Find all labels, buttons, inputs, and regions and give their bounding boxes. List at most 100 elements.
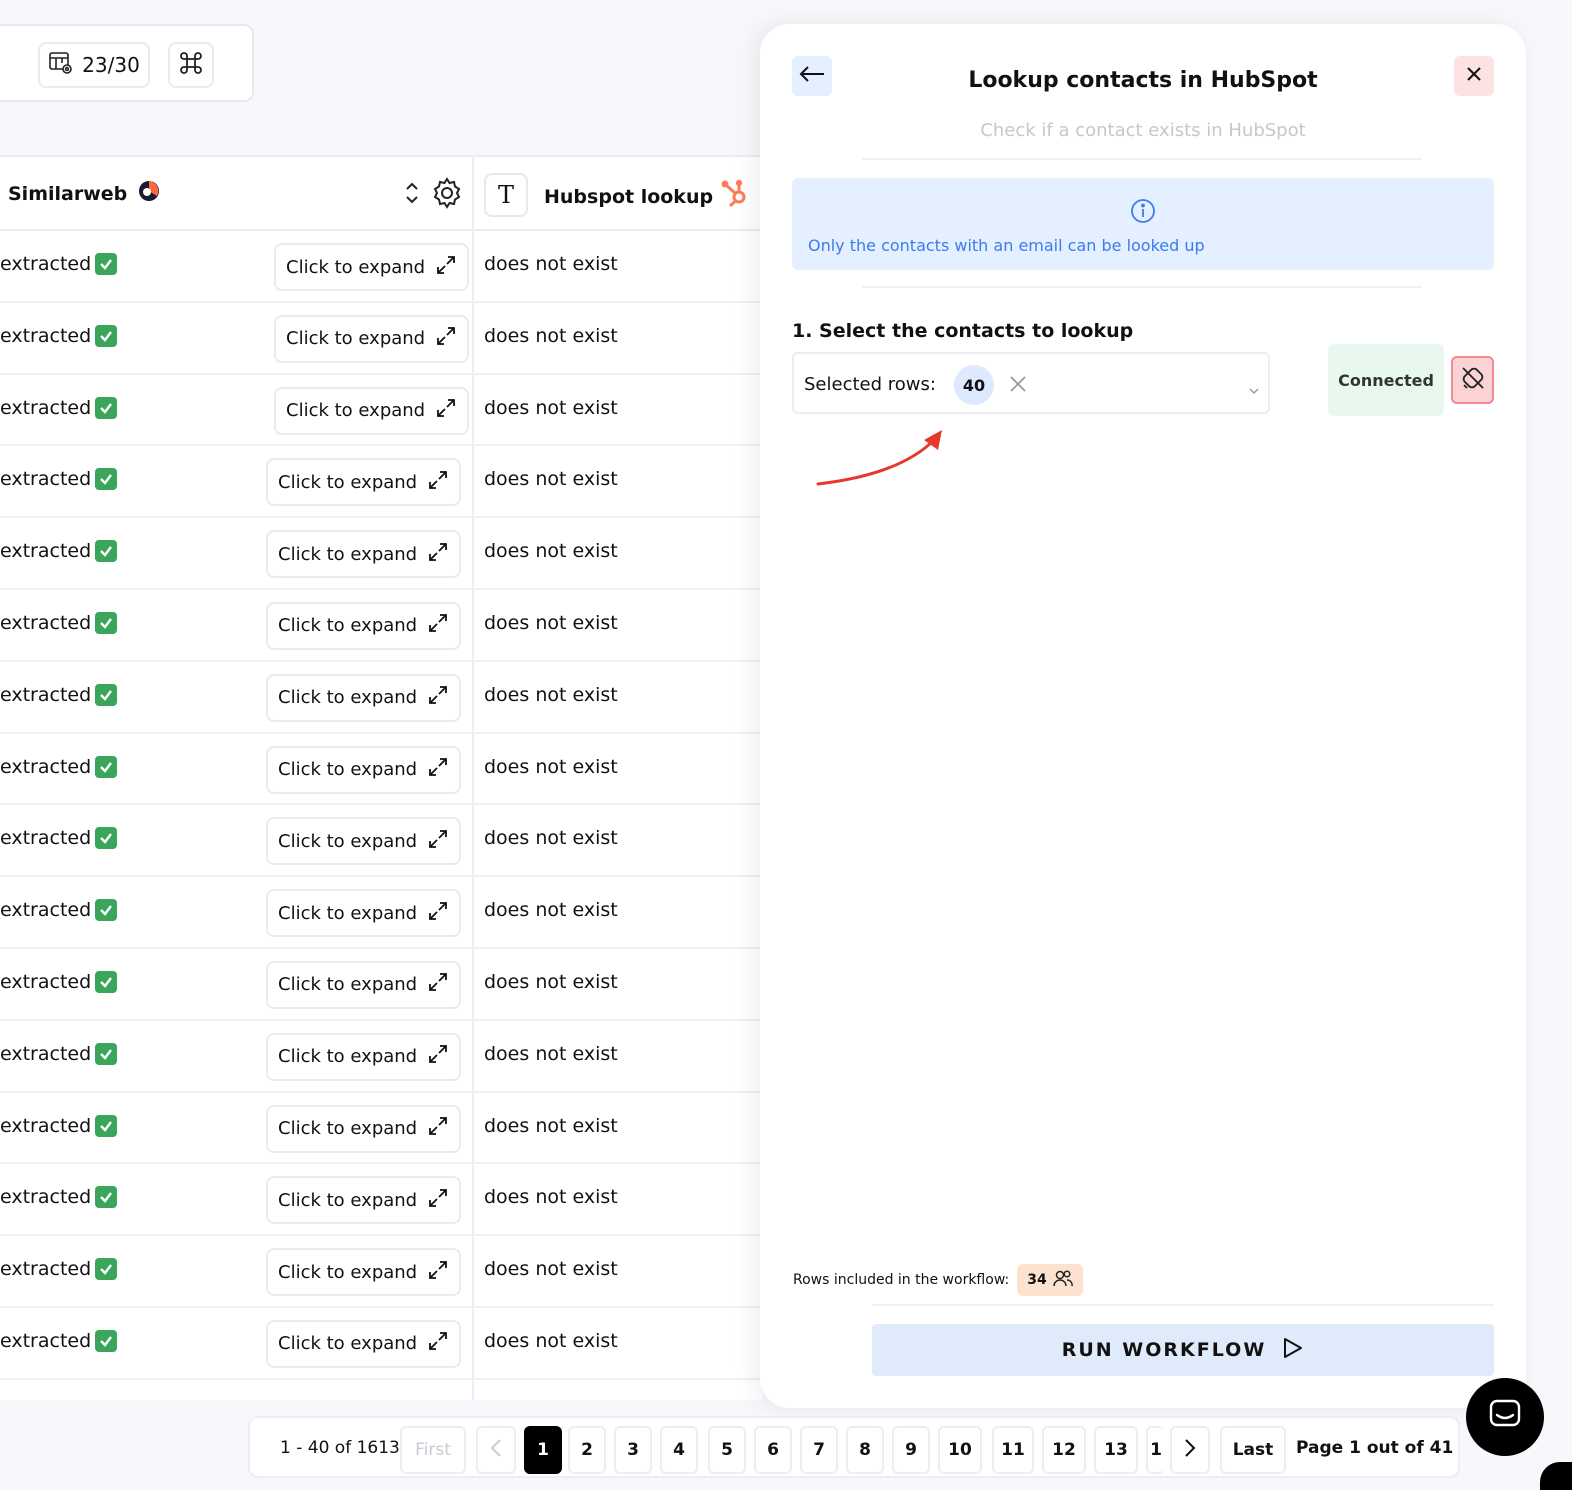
hubspot-lookup-cell: does not exist: [484, 683, 618, 706]
panel-title: Lookup contacts in HubSpot: [968, 68, 1318, 93]
page-button[interactable]: 10: [938, 1426, 982, 1474]
page-button[interactable]: 12: [1042, 1426, 1086, 1474]
expand-button[interactable]: Click to expand: [266, 458, 462, 507]
page-button[interactable]: 1: [1146, 1426, 1164, 1474]
sort-icon[interactable]: [402, 179, 422, 211]
expand-button[interactable]: Click to expand: [274, 314, 470, 363]
hubspot-lookup-cell: does not exist: [484, 755, 618, 778]
check-icon: [95, 683, 118, 706]
expand-button[interactable]: Click to expand: [266, 530, 462, 579]
rows-included: Rows included in the workflow: 34: [793, 1264, 1083, 1296]
expand-button[interactable]: Click to expand: [274, 386, 470, 435]
hubspot-lookup-cell: does not exist: [484, 1186, 618, 1209]
expand-label: Click to expand: [278, 1333, 418, 1355]
first-page-button[interactable]: First: [400, 1426, 466, 1474]
close-button[interactable]: [1454, 56, 1494, 96]
status-text: extracted: [0, 755, 92, 778]
page-button[interactable]: 2: [568, 1426, 606, 1474]
hubspot-lookup-cell: does not exist: [484, 1329, 618, 1352]
rows-select[interactable]: Selected rows: 40: [792, 352, 1270, 414]
info-text: Only the contacts with an email can be l…: [808, 236, 1205, 255]
expand-icon: [427, 756, 449, 783]
chevron-down-icon[interactable]: [1248, 380, 1260, 399]
column-header-hubspot[interactable]: Hubspot lookup: [544, 179, 751, 214]
chat-launcher[interactable]: [1466, 1378, 1544, 1456]
expand-button[interactable]: Click to expand: [266, 960, 462, 1009]
expand-button[interactable]: Click to expand: [266, 673, 462, 722]
chevron-left-icon: [490, 1438, 502, 1463]
last-page-button[interactable]: Last: [1220, 1426, 1286, 1474]
prev-page-button[interactable]: [476, 1426, 516, 1474]
chevron-right-icon: [1184, 1438, 1196, 1463]
hubspot-lookup-cell: does not exist: [484, 827, 618, 850]
page-button[interactable]: 7: [800, 1426, 838, 1474]
top-toolbar: 23/30: [0, 24, 254, 102]
status-text: extracted: [0, 1186, 92, 1209]
select-label: Selected rows:: [804, 374, 936, 395]
expand-icon: [427, 1187, 449, 1214]
expand-label: Click to expand: [286, 328, 426, 350]
clear-x-icon[interactable]: [1008, 374, 1028, 398]
connection-status-badge: Connected: [1328, 344, 1444, 416]
chat-icon: [1487, 1397, 1523, 1437]
page-info: Page 1 out of 41: [1296, 1438, 1454, 1458]
text-type-icon[interactable]: T: [484, 173, 528, 217]
expand-button[interactable]: Click to expand: [266, 745, 462, 794]
status-text: extracted: [0, 899, 92, 922]
disconnect-button[interactable]: [1451, 356, 1494, 404]
column-header-label: Similarweb: [8, 182, 128, 205]
expand-button[interactable]: Click to expand: [266, 889, 462, 938]
page-button[interactable]: 11: [992, 1426, 1034, 1474]
run-workflow-button[interactable]: RUN WORKFLOW: [872, 1324, 1494, 1376]
hubspot-lookup-cell: does not exist: [484, 468, 618, 491]
table-row: extracted Click to expand does not exist: [0, 1021, 762, 1093]
expand-button[interactable]: Click to expand: [266, 1032, 462, 1081]
similarweb-status-cell: extracted: [0, 611, 118, 634]
expand-button[interactable]: Click to expand: [266, 601, 462, 650]
expand-button[interactable]: Click to expand: [266, 817, 462, 866]
hubspot-lookup-cell: does not exist: [484, 970, 618, 993]
status-text: extracted: [0, 1329, 92, 1352]
expand-label: Click to expand: [278, 1261, 418, 1283]
info-icon: [1130, 198, 1156, 228]
similarweb-status-cell: extracted: [0, 970, 118, 993]
expand-button[interactable]: Click to expand: [266, 1176, 462, 1225]
next-page-button[interactable]: [1170, 1426, 1210, 1474]
expand-button[interactable]: Click to expand: [266, 1104, 462, 1153]
check-icon: [95, 396, 118, 419]
expand-button[interactable]: Click to expand: [266, 1248, 462, 1297]
page-button[interactable]: 4: [660, 1426, 698, 1474]
table-row: extracted Click to expand does not exist: [0, 231, 762, 303]
status-text: extracted: [0, 1258, 92, 1281]
page-button[interactable]: 6: [754, 1426, 792, 1474]
users-icon: [1052, 1269, 1073, 1291]
similarweb-status-cell: extracted: [0, 468, 118, 491]
column-header-label: Hubspot lookup: [544, 185, 714, 208]
command-button[interactable]: [168, 42, 214, 88]
pagination: 1 - 40 of 1613 First 1 2 3 4 5 6 7 8 9 10 11 12 13 1 …: [248, 1416, 1460, 1478]
similarweb-status-cell: extracted: [0, 1258, 118, 1281]
column-counter-button[interactable]: 23/30: [38, 42, 150, 88]
expand-label: Click to expand: [278, 974, 418, 996]
column-header-similarweb[interactable]: Similarweb: [8, 179, 161, 208]
page-button[interactable]: 1: [524, 1426, 562, 1474]
page-button[interactable]: 8: [846, 1426, 884, 1474]
hubspot-lookup-cell: does not exist: [484, 253, 618, 275]
expand-label: Click to expand: [278, 543, 418, 565]
annotation-arrow: [816, 430, 942, 486]
gear-icon[interactable]: [430, 176, 464, 214]
page-button[interactable]: 3: [614, 1426, 652, 1474]
check-icon: [95, 899, 118, 922]
expand-icon: [427, 1115, 449, 1142]
status-text: extracted: [0, 970, 92, 993]
page-button[interactable]: 5: [708, 1426, 746, 1474]
status-text: extracted: [0, 396, 92, 419]
expand-button[interactable]: Click to expand: [274, 243, 470, 291]
expand-button[interactable]: Click to expand: [266, 1319, 462, 1368]
expand-icon: [435, 397, 457, 424]
table-row: extracted Click to expand does not exist: [0, 805, 762, 878]
status-text: extracted: [0, 827, 92, 850]
page-button[interactable]: 13: [1094, 1426, 1138, 1474]
close-icon: [1465, 65, 1483, 87]
page-button[interactable]: 9: [892, 1426, 930, 1474]
